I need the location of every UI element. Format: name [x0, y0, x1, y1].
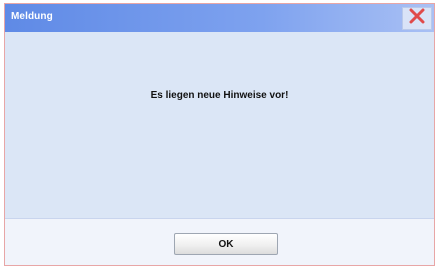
- dialog-titlebar[interactable]: Meldung: [5, 4, 434, 32]
- dialog-title: Meldung: [11, 11, 53, 22]
- close-icon: [408, 8, 426, 29]
- close-button[interactable]: [402, 7, 432, 30]
- dialog-message: Es liegen neue Hinweise vor!: [150, 90, 289, 101]
- dialog-content: Es liegen neue Hinweise vor!: [5, 32, 434, 218]
- dialog-footer: OK: [5, 218, 434, 265]
- message-dialog: Meldung Es liegen neue Hinweise vor! OK: [4, 3, 435, 266]
- ok-button[interactable]: OK: [174, 233, 278, 255]
